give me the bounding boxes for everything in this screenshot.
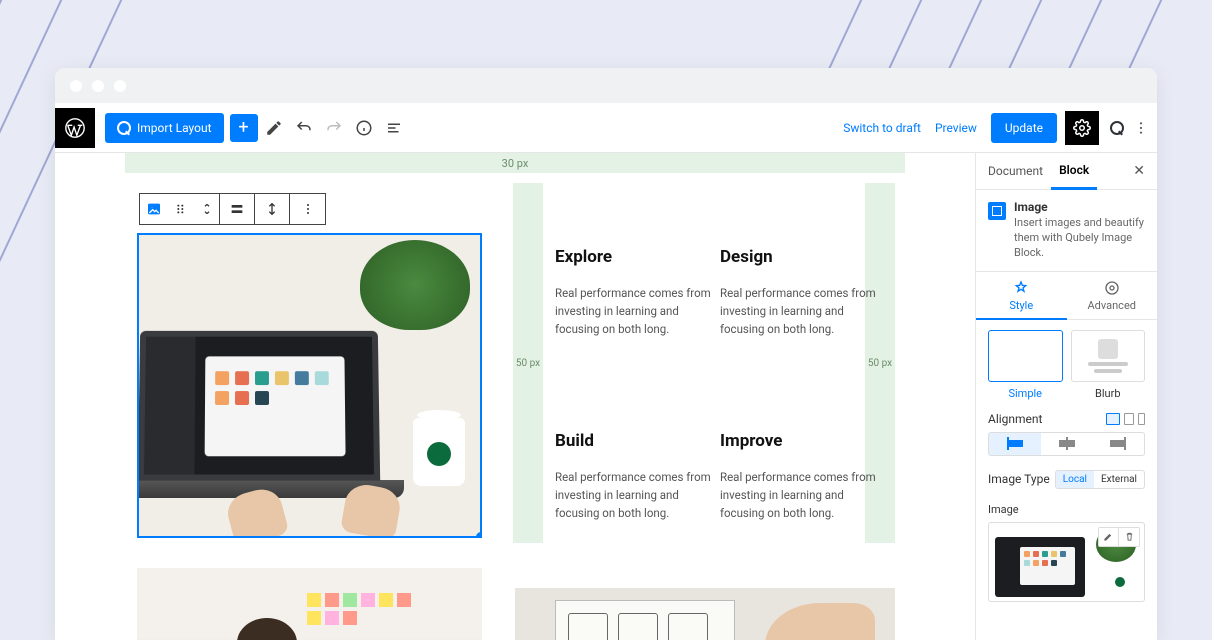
feature-title: Explore (555, 247, 715, 267)
tab-document[interactable]: Document (980, 154, 1051, 188)
image-type-label: Image Type (988, 472, 1050, 486)
selected-image-block[interactable] (137, 233, 482, 538)
block-align-icon[interactable] (220, 194, 255, 224)
feature-body: Real performance comes from investing in… (555, 285, 715, 338)
preview-link[interactable]: Preview (935, 121, 977, 135)
image-block-wireframe[interactable] (515, 588, 895, 640)
wordpress-logo-icon[interactable] (55, 108, 95, 148)
device-desktop-icon[interactable] (1106, 413, 1120, 425)
feature-body: Real performance comes from investing in… (720, 285, 880, 338)
import-layout-button[interactable]: Import Layout (105, 113, 224, 143)
settings-button[interactable] (1065, 111, 1099, 145)
undo-icon[interactable] (290, 114, 318, 142)
block-desc: Insert images and beautify them with Qub… (1014, 216, 1145, 261)
block-type-image-icon[interactable] (140, 194, 168, 224)
close-sidebar-icon[interactable]: ✕ (1125, 155, 1153, 187)
image-preview[interactable] (988, 522, 1145, 602)
block-drag-updown-icon[interactable] (194, 194, 220, 224)
layout-blurb-label: Blurb (1095, 387, 1121, 400)
more-options-icon[interactable] (1131, 111, 1151, 145)
subtab-advanced-label: Advanced (1088, 299, 1136, 312)
qubely-icon (117, 121, 131, 135)
alignment-label: Alignment (988, 412, 1042, 426)
update-button[interactable]: Update (991, 113, 1057, 143)
subtab-advanced[interactable]: Advanced (1067, 272, 1158, 319)
align-center-button[interactable] (1041, 433, 1093, 455)
editor-toolbar: Import Layout + Switch to draft Preview … (55, 103, 1157, 153)
layout-simple[interactable]: Simple (988, 330, 1063, 400)
device-mobile-icon[interactable] (1138, 413, 1145, 425)
image-type-local[interactable]: Local (1056, 471, 1094, 488)
image-block-stickies[interactable] (137, 568, 482, 640)
sidebar-tabs: Document Block ✕ (976, 153, 1157, 190)
layout-options: Simple Blurb (988, 330, 1145, 400)
image-block-icon (988, 202, 1006, 220)
browser-window: Import Layout + Switch to draft Preview … (55, 68, 1157, 640)
outline-icon[interactable] (380, 114, 408, 142)
image-type-external[interactable]: External (1094, 471, 1144, 488)
add-block-button[interactable]: + (230, 114, 258, 142)
feature-explore[interactable]: Explore Real performance comes from inve… (555, 247, 715, 338)
device-tablet-icon[interactable] (1124, 413, 1134, 425)
block-height-icon[interactable] (255, 194, 290, 224)
block-name: Image (1014, 200, 1145, 214)
browser-chrome (55, 68, 1157, 103)
image-preview-section: Image (988, 503, 1145, 602)
spacer-top[interactable]: 30 px (125, 153, 905, 173)
info-icon[interactable] (350, 114, 378, 142)
block-subtabs: Style Advanced (976, 272, 1157, 320)
alignment-buttons (988, 432, 1145, 456)
switch-draft-link[interactable]: Switch to draft (843, 121, 921, 135)
subtab-style-label: Style (1009, 299, 1033, 312)
import-layout-label: Import Layout (137, 121, 212, 135)
redo-icon[interactable] (320, 114, 348, 142)
window-max-dot[interactable] (114, 80, 126, 92)
image-type-toggle: Local External (1055, 470, 1145, 489)
resize-handle[interactable] (476, 532, 482, 538)
tab-block[interactable]: Block (1051, 153, 1097, 190)
responsive-device-toggle (1106, 413, 1145, 425)
layout-simple-label: Simple (1008, 387, 1042, 400)
image-delete-icon[interactable] (1119, 528, 1139, 546)
block-move-icon[interactable] (168, 194, 194, 224)
editor-canvas[interactable]: 30 px 50 px 50 px (55, 153, 975, 640)
edit-icon[interactable] (260, 114, 288, 142)
window-close-dot[interactable] (70, 80, 82, 92)
layout-blurb[interactable]: Blurb (1071, 330, 1146, 400)
feature-title: Design (720, 247, 880, 267)
feature-body: Real performance comes from investing in… (555, 469, 715, 522)
image-placeholder (139, 235, 480, 536)
image-field-label: Image (988, 503, 1145, 516)
block-toolbar (139, 193, 326, 225)
qubely-tool-icon[interactable] (1103, 114, 1131, 142)
align-left-button[interactable] (989, 433, 1041, 455)
align-right-button[interactable] (1092, 433, 1144, 455)
inspector-sidebar: Document Block ✕ Image Insert images and… (975, 153, 1157, 640)
feature-design[interactable]: Design Real performance comes from inves… (720, 247, 880, 338)
window-min-dot[interactable] (92, 80, 104, 92)
block-info: Image Insert images and beautify them wi… (976, 190, 1157, 272)
feature-body: Real performance comes from investing in… (720, 469, 880, 522)
feature-build[interactable]: Build Real performance comes from invest… (555, 431, 715, 522)
subtab-style[interactable]: Style (976, 272, 1067, 320)
block-more-icon[interactable] (290, 194, 325, 224)
feature-improve[interactable]: Improve Real performance comes from inve… (720, 431, 880, 522)
image-edit-icon[interactable] (1099, 528, 1119, 546)
spacer-column-1[interactable]: 50 px (513, 183, 543, 543)
feature-title: Build (555, 431, 715, 451)
feature-title: Improve (720, 431, 880, 451)
